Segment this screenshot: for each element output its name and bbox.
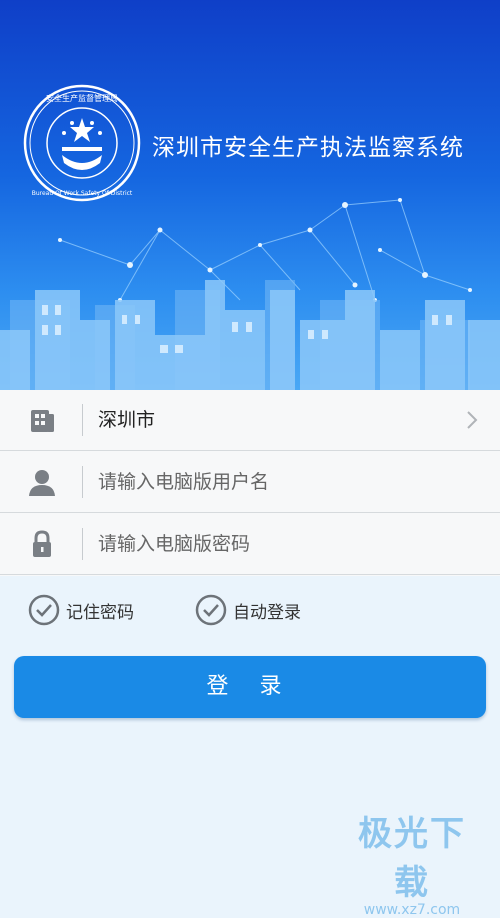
username-field[interactable]: 请输入电脑版用户名 [0,452,500,513]
city-selector[interactable]: 深圳市 [0,390,500,451]
emblem-en-text: Bureau Of Work Safety Of District [32,190,133,197]
remember-password-label: 记住密码 [66,602,134,623]
auto-login-checkbox[interactable]: 自动登录 [195,590,301,630]
user-icon [29,470,55,496]
emblem-cn-text: 安全生产监督管理局 [46,93,118,103]
chevron-right-icon [467,411,478,429]
city-value: 深圳市 [98,409,156,431]
password-input[interactable]: 请输入电脑版密码 [98,514,250,574]
header-banner: 安全生产监督管理局 Bureau Of Work Safety Of Distr… [0,0,500,390]
building-icon [31,410,54,432]
watermark-url: www.xz7.com [363,902,461,918]
watermark: 极光下载 www.xz7.com [342,806,482,918]
app-title: 深圳市安全生产执法监察系统 [152,135,464,161]
divider [82,404,83,436]
divider [82,466,83,498]
bureau-emblem-logo: 安全生产监督管理局 Bureau Of Work Safety Of Distr… [23,84,141,202]
login-form: 深圳市 请输入电脑版用户名 请输入电脑版密码 [0,390,500,576]
remember-password-checkbox[interactable]: 记住密码 [28,590,134,630]
login-button[interactable]: 登 录 [14,656,486,718]
watermark-title: 极光下载 [358,814,466,903]
lock-icon [33,530,51,557]
check-circle-icon [195,594,227,626]
login-options: 记住密码 自动登录 [0,590,500,630]
auto-login-label: 自动登录 [233,602,301,623]
divider [82,528,83,560]
password-field[interactable]: 请输入电脑版密码 [0,514,500,575]
check-circle-icon [28,594,60,626]
username-input[interactable]: 请输入电脑版用户名 [98,452,269,512]
